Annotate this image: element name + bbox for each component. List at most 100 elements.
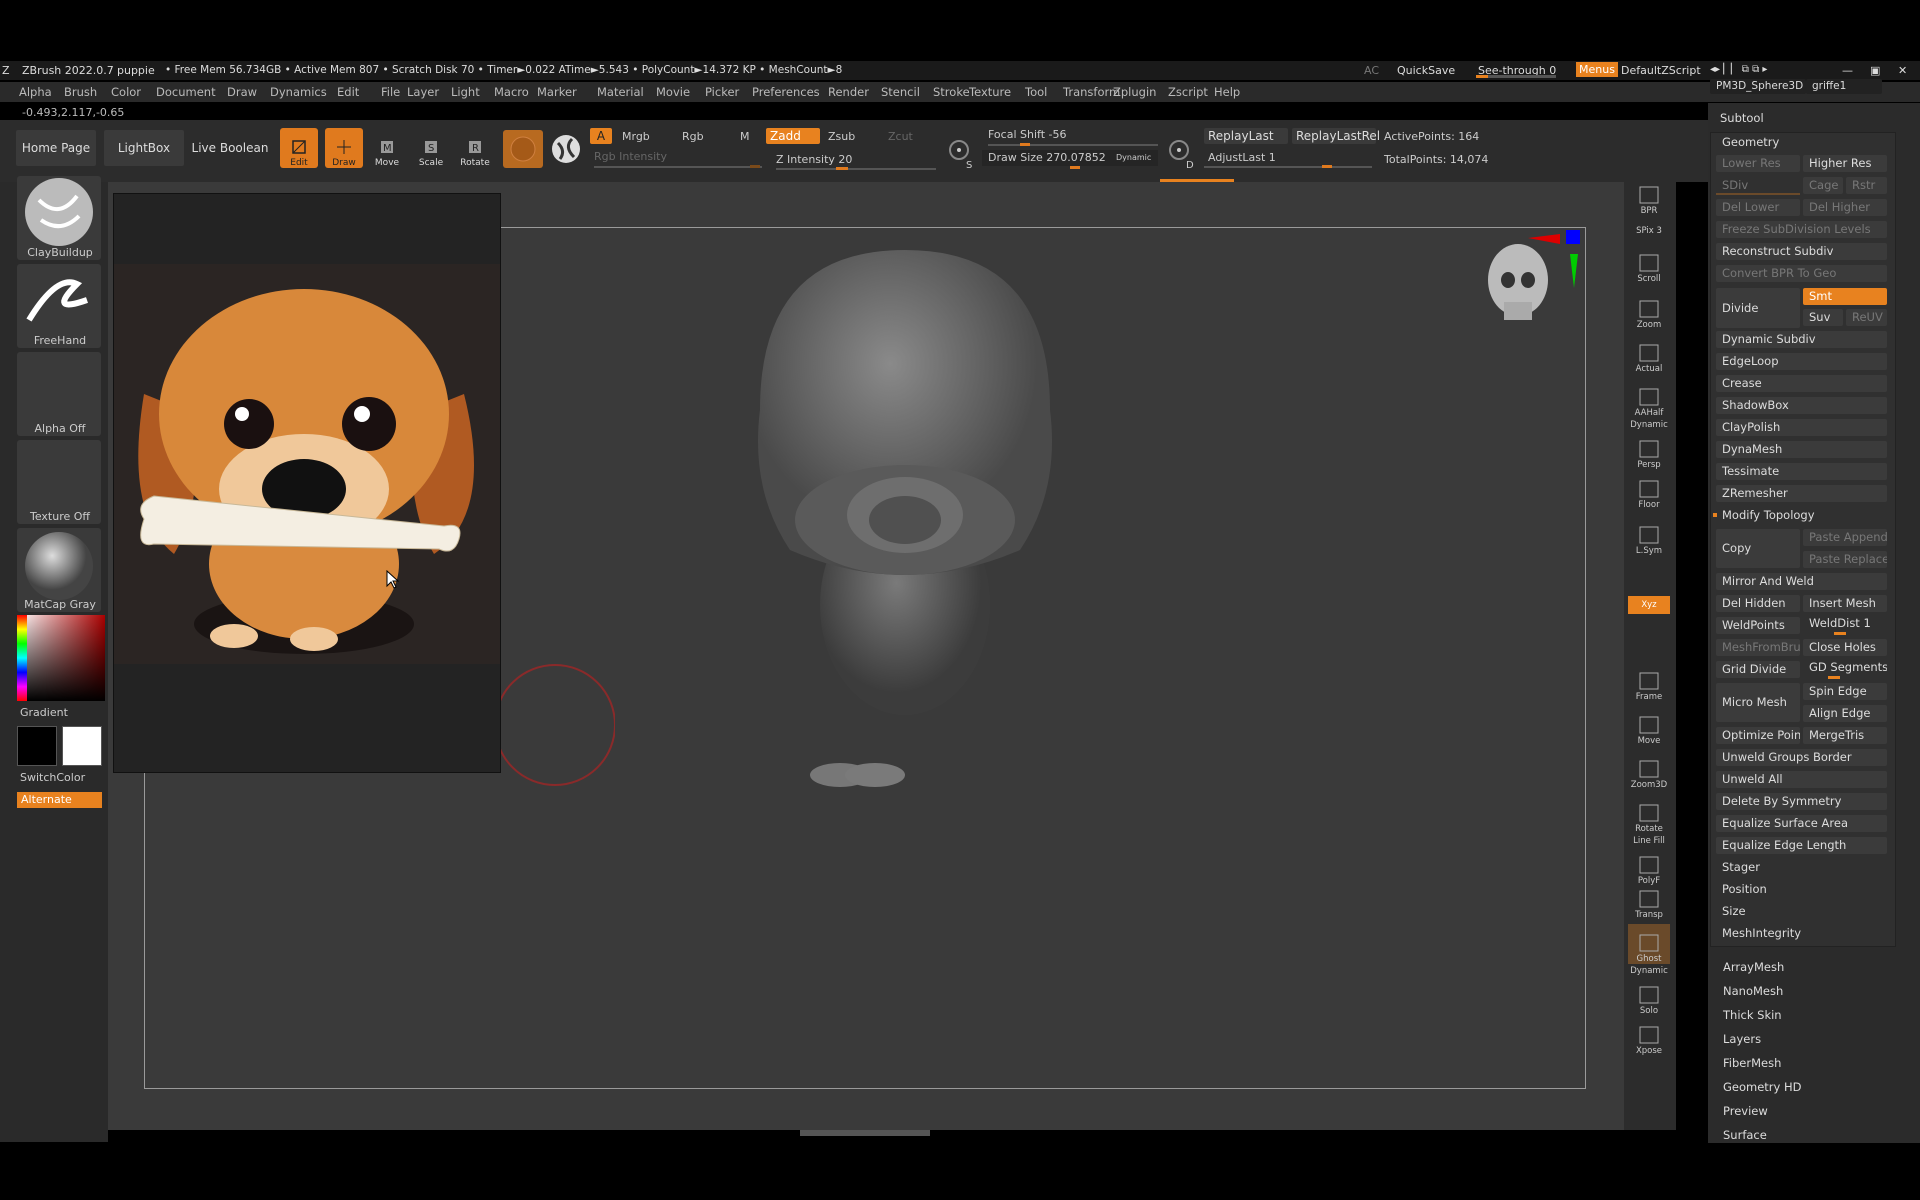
del-lower-button[interactable]: Del Lower	[1716, 199, 1800, 216]
gd-segments-slider[interactable]: GD Segments	[1803, 659, 1887, 676]
line-fill-label[interactable]: Line Fill	[1628, 836, 1670, 846]
a-button[interactable]: A	[590, 128, 612, 144]
edit-tool-button[interactable]: Edit	[280, 128, 318, 168]
arraymesh-subpalette[interactable]: ArrayMesh	[1723, 960, 1784, 974]
lazy-mouse-s-icon[interactable]: S	[946, 136, 976, 171]
mergetris-button[interactable]: MergeTris	[1803, 727, 1887, 744]
menu-movie[interactable]: Movie	[656, 85, 690, 99]
micro-mesh-button[interactable]: Micro Mesh	[1716, 683, 1800, 722]
spin-edge-button[interactable]: Spin Edge	[1803, 683, 1887, 700]
menu-picker[interactable]: Picker	[705, 85, 739, 99]
menu-stroke[interactable]: Stroke	[933, 85, 970, 99]
delete-by-symmetry-button[interactable]: Delete By Symmetry	[1716, 793, 1887, 810]
menu-dynamics[interactable]: Dynamics	[270, 85, 327, 99]
equalize-surface-area-button[interactable]: Equalize Surface Area	[1716, 815, 1887, 832]
persp-button[interactable]: Persp	[1628, 430, 1670, 470]
thick-skin-subpalette[interactable]: Thick Skin	[1723, 1008, 1782, 1022]
menu-edit[interactable]: Edit	[337, 85, 359, 99]
mirror-and-weld-button[interactable]: Mirror And Weld	[1716, 573, 1887, 590]
dynamic-toggle[interactable]: Dynamic	[1116, 153, 1151, 162]
smt-toggle[interactable]: Smt	[1803, 288, 1887, 305]
menu-brush[interactable]: Brush	[64, 85, 97, 99]
meshfrombrush-button[interactable]: MeshFromBrush	[1716, 639, 1800, 656]
zoom3d-button[interactable]: Zoom3D	[1628, 750, 1670, 790]
unweld-all-button[interactable]: Unweld All	[1716, 771, 1887, 788]
dynamic-label[interactable]: Dynamic	[1628, 420, 1670, 430]
subtool-header[interactable]: Subtool	[1714, 110, 1914, 127]
del-hidden-button[interactable]: Del Hidden	[1716, 595, 1800, 612]
dynamic-d-icon[interactable]: D	[1166, 136, 1196, 171]
bottom-tray-handle[interactable]	[800, 1130, 930, 1136]
dynamic-subdiv-button[interactable]: Dynamic Subdiv	[1716, 331, 1887, 348]
menu-help[interactable]: Help	[1214, 85, 1240, 99]
menus-toggle[interactable]: Menus	[1576, 62, 1618, 77]
xyz-button[interactable]: Xyz	[1628, 596, 1670, 614]
reference-image-panel[interactable]	[113, 193, 501, 773]
minimize-icon[interactable]: —	[1842, 64, 1853, 77]
weldpoints-button[interactable]: WeldPoints	[1716, 617, 1800, 634]
equalize-edge-length-button[interactable]: Equalize Edge Length	[1716, 837, 1887, 854]
preview-subpalette[interactable]: Preview	[1723, 1104, 1768, 1118]
menu-zscript[interactable]: Zscript	[1168, 85, 1208, 99]
grid-divide-button[interactable]: Grid Divide	[1716, 661, 1800, 678]
zadd-button[interactable]: Zadd	[766, 128, 820, 144]
meshintegrity-header[interactable]: MeshIntegrity	[1716, 925, 1887, 942]
position-header[interactable]: Position	[1716, 881, 1887, 898]
adjust-last-slider[interactable]: AdjustLast 1	[1208, 151, 1276, 164]
switch-color-button[interactable]: SwitchColor	[20, 771, 100, 784]
fibermesh-subpalette[interactable]: FiberMesh	[1723, 1056, 1781, 1070]
secondary-color-swatch[interactable]	[62, 726, 102, 766]
nanomesh-subpalette[interactable]: NanoMesh	[1723, 984, 1783, 998]
reuv-button[interactable]: ReUV	[1846, 309, 1887, 326]
maximize-icon[interactable]: ▣	[1870, 64, 1880, 77]
menu-file[interactable]: File	[381, 85, 400, 99]
texture-sphere-button[interactable]	[548, 130, 584, 168]
xpose-button[interactable]: Xpose	[1628, 1016, 1670, 1056]
reconstruct-subdiv-button[interactable]: Reconstruct Subdiv	[1716, 243, 1887, 260]
color-picker[interactable]	[17, 615, 105, 701]
lower-res-button[interactable]: Lower Res	[1716, 155, 1800, 172]
align-edge-button[interactable]: Align Edge	[1803, 705, 1887, 722]
subtool-thumb-1[interactable]: PM3D_Sphere3D	[1710, 79, 1806, 94]
primary-color-swatch[interactable]	[17, 726, 57, 766]
m-button[interactable]: M	[740, 130, 750, 143]
spix-slider[interactable]: SPix 3	[1628, 222, 1670, 236]
size-header[interactable]: Size	[1716, 903, 1887, 920]
zoom-button[interactable]: Zoom	[1628, 290, 1670, 330]
zcut-button[interactable]: Zcut	[888, 130, 913, 143]
copy-button[interactable]: Copy	[1716, 529, 1800, 568]
menu-draw[interactable]: Draw	[227, 85, 257, 99]
menu-render[interactable]: Render	[828, 85, 869, 99]
layout-icons[interactable]: ◂▸ ▏▏ ⧉ ⧉ ▸	[1710, 64, 1767, 75]
draw-tool-button[interactable]: Draw	[325, 128, 363, 168]
rotate-view-button[interactable]: Rotate	[1628, 794, 1670, 834]
menu-stencil[interactable]: Stencil	[881, 85, 920, 99]
menu-zplugin[interactable]: Zplugin	[1113, 85, 1156, 99]
home-page-button[interactable]: Home Page	[16, 130, 96, 166]
focal-shift-slider[interactable]: Focal Shift -56	[988, 128, 1066, 141]
dog-3d-model[interactable]	[720, 240, 1090, 800]
menu-transform[interactable]: Transform	[1063, 85, 1120, 99]
solo-button[interactable]: Solo	[1628, 976, 1670, 1016]
stager-header[interactable]: Stager	[1716, 859, 1887, 876]
paste-append-button[interactable]: Paste Append	[1803, 529, 1887, 546]
actual-button[interactable]: Actual	[1628, 334, 1670, 374]
layers-subpalette[interactable]: Layers	[1723, 1032, 1761, 1046]
dynamic-solo-label[interactable]: Dynamic	[1628, 966, 1670, 976]
dynamesh-button[interactable]: DynaMesh	[1716, 441, 1887, 458]
menu-material[interactable]: Material	[597, 85, 644, 99]
edgeloop-button[interactable]: EdgeLoop	[1716, 353, 1887, 370]
move-view-button[interactable]: Move	[1628, 706, 1670, 746]
menu-preferences[interactable]: Preferences	[752, 85, 820, 99]
insert-mesh-button[interactable]: Insert Mesh	[1803, 595, 1887, 612]
rgb-button[interactable]: Rgb	[682, 130, 704, 143]
suv-toggle[interactable]: Suv	[1803, 309, 1843, 326]
z-intensity-slider[interactable]: Z Intensity 20	[776, 153, 852, 166]
close-holes-button[interactable]: Close Holes	[1803, 639, 1887, 656]
default-zscript-button[interactable]: DefaultZScript	[1621, 64, 1701, 77]
freeze-subdiv-button[interactable]: Freeze SubDivision Levels	[1716, 221, 1887, 238]
menu-document[interactable]: Document	[156, 85, 216, 99]
alternate-button[interactable]: Alternate	[17, 792, 102, 808]
menu-color[interactable]: Color	[111, 85, 141, 99]
rstr-button[interactable]: Rstr	[1846, 177, 1887, 194]
